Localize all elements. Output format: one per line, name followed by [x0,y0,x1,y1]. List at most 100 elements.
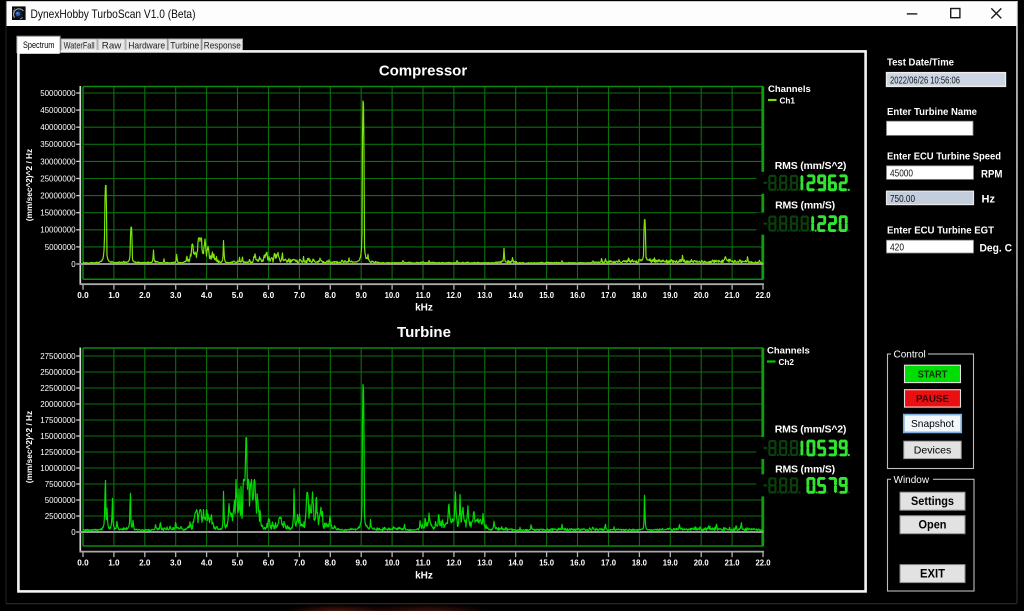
svg-text:5000000: 5000000 [45,243,76,252]
svg-text:Response: Response [204,40,241,50]
svg-text:13.0: 13.0 [477,290,492,300]
svg-text:RPM: RPM [981,169,1003,181]
svg-text:Enter Turbine Name: Enter Turbine Name [887,106,977,118]
svg-text:25000000: 25000000 [40,174,76,183]
svg-text:17500000: 17500000 [40,416,76,425]
svg-text:Compressor: Compressor [379,63,468,80]
svg-text:22.0: 22.0 [756,557,771,567]
svg-text:5.0: 5.0 [232,290,244,300]
svg-text:3.0: 3.0 [170,290,182,300]
svg-text:Deg. C: Deg. C [980,243,1013,255]
svg-text:15.0: 15.0 [539,290,554,300]
svg-text:420: 420 [890,241,904,253]
svg-text:17.0: 17.0 [601,290,616,300]
svg-text:2022/06/26 10:56:06: 2022/06/26 10:56:06 [890,75,960,87]
svg-text:0.0: 0.0 [77,290,89,300]
svg-text:Hz: Hz [982,194,996,206]
svg-text:EXIT: EXIT [920,568,945,580]
svg-text:12.0: 12.0 [446,290,461,300]
svg-text:30000000: 30000000 [40,157,76,166]
svg-text:45000000: 45000000 [40,106,76,115]
svg-text:7500000: 7500000 [45,480,76,489]
svg-text:6.0: 6.0 [263,557,275,567]
svg-text:16.0: 16.0 [570,557,585,567]
svg-text:7.0: 7.0 [294,557,306,567]
svg-text:Ch1: Ch1 [780,96,796,105]
svg-text:10000000: 10000000 [40,464,76,473]
svg-text:3.0: 3.0 [170,557,182,567]
svg-text:9.0: 9.0 [356,557,368,567]
svg-text:START: START [918,369,948,381]
svg-text:2.0: 2.0 [139,557,151,567]
svg-text:RMS (mm/S^2): RMS (mm/S^2) [775,424,846,436]
svg-text:Control: Control [894,349,926,360]
svg-text:0: 0 [71,528,76,537]
svg-text:kHz: kHz [415,571,433,582]
svg-text:27500000: 27500000 [40,352,76,361]
svg-text:WaterFall: WaterFall [64,40,95,50]
svg-text:1.0: 1.0 [108,290,120,300]
svg-text:18.0: 18.0 [632,290,647,300]
svg-text:16.0: 16.0 [570,290,585,300]
svg-text:21.0: 21.0 [725,557,740,567]
svg-text:8.0: 8.0 [325,290,337,300]
svg-text:Turbine: Turbine [170,40,199,50]
svg-text:(mm/sec^2)^2 / Hz: (mm/sec^2)^2 / Hz [24,149,34,221]
svg-text:22500000: 22500000 [40,384,76,393]
svg-text:35000000: 35000000 [40,140,76,149]
svg-text:0.0: 0.0 [77,557,89,567]
svg-text:17.0: 17.0 [601,557,616,567]
svg-text:20000000: 20000000 [40,400,76,409]
svg-text:1.0: 1.0 [108,557,120,567]
svg-text:9.0: 9.0 [356,290,368,300]
svg-text:50000000: 50000000 [40,89,76,98]
svg-text:Ch2: Ch2 [779,358,795,367]
svg-text:(mm/sec^2)^2 / Hz: (mm/sec^2)^2 / Hz [24,411,34,483]
svg-text:RMS (mm/S^2): RMS (mm/S^2) [775,160,846,172]
svg-text:40000000: 40000000 [40,123,76,132]
svg-text:Test Date/Time: Test Date/Time [887,57,954,69]
svg-text:11.0: 11.0 [416,290,431,300]
svg-text:10.0: 10.0 [385,557,400,567]
svg-text:19.0: 19.0 [663,557,678,567]
svg-text:19.0: 19.0 [663,290,678,300]
svg-text:Snapshot: Snapshot [911,418,954,430]
svg-text:PAUSE: PAUSE [916,393,949,405]
svg-text:Raw: Raw [102,40,122,50]
svg-text:15000000: 15000000 [40,432,76,441]
svg-text:Window: Window [894,475,930,486]
svg-text:RMS (mm/S): RMS (mm/S) [775,464,835,476]
svg-text:22.0: 22.0 [756,290,771,300]
svg-text:kHz: kHz [415,303,433,314]
svg-text:5.0: 5.0 [232,557,244,567]
svg-text:6.0: 6.0 [263,290,275,300]
svg-text:15000000: 15000000 [40,209,76,218]
svg-text:15.0: 15.0 [539,557,554,567]
svg-text:20.0: 20.0 [694,290,709,300]
svg-text:20000000: 20000000 [40,192,76,201]
svg-text:Devices: Devices [914,445,952,457]
svg-text:12500000: 12500000 [40,448,76,457]
svg-text:18.0: 18.0 [632,557,647,567]
svg-text:20.0: 20.0 [694,557,709,567]
svg-text:21.0: 21.0 [725,290,740,300]
svg-text:Enter ECU Turbine Speed: Enter ECU Turbine Speed [887,151,1001,163]
svg-text:Turbine: Turbine [397,324,451,341]
svg-text:2.0: 2.0 [139,290,151,300]
svg-text:RMS (mm/S): RMS (mm/S) [775,200,835,212]
svg-text:13.0: 13.0 [477,557,492,567]
svg-text:10.0: 10.0 [385,290,400,300]
svg-text:Channels: Channels [767,346,810,357]
svg-text:750.00: 750.00 [890,193,915,205]
svg-text:8.0: 8.0 [325,557,337,567]
svg-text:7.0: 7.0 [294,290,306,300]
svg-text:Enter ECU Turbine EGT: Enter ECU Turbine EGT [887,225,995,237]
svg-text:25000000: 25000000 [40,368,76,377]
svg-text:5000000: 5000000 [45,496,76,505]
svg-text:4.0: 4.0 [201,557,213,567]
svg-text:11.0: 11.0 [416,557,431,567]
svg-text:Settings: Settings [911,496,954,508]
svg-text:2500000: 2500000 [45,512,76,521]
svg-text:14.0: 14.0 [508,290,523,300]
svg-text:Open: Open [919,520,947,532]
